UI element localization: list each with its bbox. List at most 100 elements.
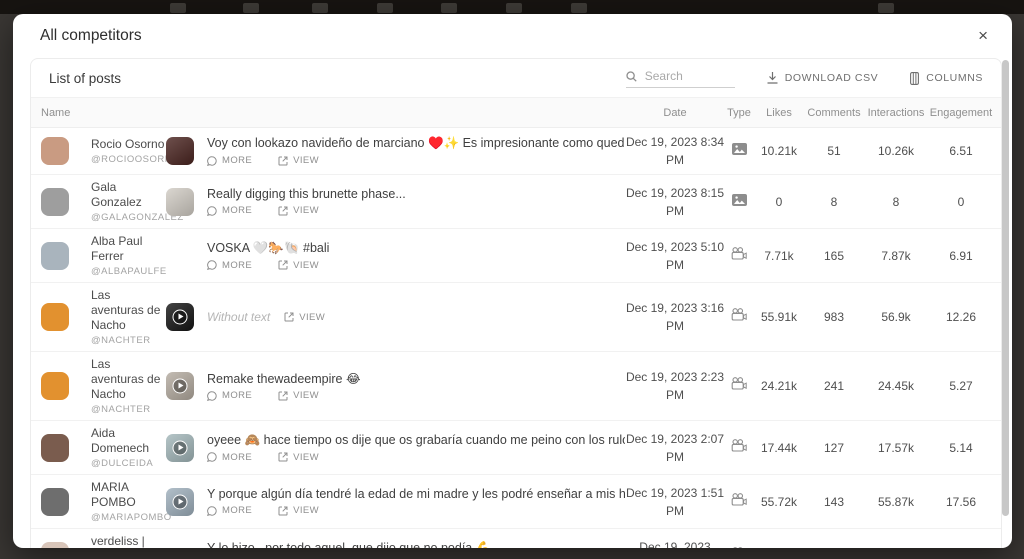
more-label: MORE [222,390,253,401]
post-date: Dec 19, 2023 2:07 PM [625,431,725,464]
post-thumbnail [166,137,194,165]
view-label-2: VIEW [299,311,326,323]
view-label: VIEW [293,451,319,463]
post-date: Dec 19, 2023 8:34 PM [625,135,725,167]
view-button[interactable]: VIEW [278,505,319,516]
table-row: MARIA POMBO @MARIAPOMBO Y porque algún d… [31,475,1001,529]
card-toolbar: List of posts DOWNLOAD CSV COLUMNS [31,59,1001,97]
background-icon [170,3,186,13]
view-button[interactable]: VIEW [278,155,319,166]
competitor-cell: Alba Paul Ferrer @ALBAPAULFE [31,234,166,277]
competitor-handle: @ROCIOOSORNO [91,154,181,165]
more-button[interactable]: MORE [207,505,252,516]
caption-block: VOSKA 🤍🐎🐚 #bali MORE VIEW [207,241,625,271]
speech-bubble-icon [207,390,217,401]
search-input[interactable] [642,68,735,84]
competitor-handle: @MARIAPOMBO [91,512,172,523]
view-button[interactable]: VIEW [278,260,319,271]
more-button[interactable]: MORE [207,155,252,166]
competitor-name: MARIA POMBO [91,480,136,509]
view-label: VIEW [293,155,319,166]
background-icon [377,3,393,13]
view-button[interactable]: VIEW [284,312,325,323]
interactions-value: 24.45k [877,379,915,393]
post-caption: Voy con lookazo navideño de marciano ♥️✨… [207,136,625,150]
column-header-type: Type [727,106,751,119]
post-date: Dec 19, 2023 3:16 PM [625,301,725,333]
without-text-block: Without text VIEW [207,310,625,324]
play-icon [172,378,188,394]
video-type-icon [731,546,747,548]
post-thumbnail [166,187,194,216]
likes-value: 24.21k [760,379,798,393]
more-button[interactable]: MORE [207,452,252,463]
caption-block: Voy con lookazo navideño de marciano ♥️✨… [207,136,625,166]
background-icon [441,3,457,13]
engagement-value: 6.91 [949,248,973,263]
likes-value: 55.91k [760,310,798,324]
competitor-handle: @NACHTER [91,335,151,346]
more-label: MORE [222,205,253,216]
post-cell: Without text VIEW [166,303,625,331]
all-competitors-modal: All competitors × List of posts DOWNLOAD… [13,14,1012,548]
column-header-comments: Comments [807,106,861,119]
post-caption: VOSKA 🤍🐎🐚 #bali [207,240,330,255]
external-link-icon [278,452,288,462]
background-icon [312,3,328,13]
search-field[interactable] [625,68,735,88]
more-button[interactable]: MORE [207,205,252,216]
view-button[interactable]: VIEW [278,205,319,216]
competitor-cell: Aida Domenech @DULCEIDA [31,426,166,469]
table-body: Rocio Osorno @ROCIOOSORNO Voy con lookaz… [31,128,1001,548]
close-icon[interactable]: × [974,25,992,46]
likes-value: 10.21k [760,144,798,158]
column-header-engagement: Engagement [929,106,993,119]
post-cell: Y lo hizo...por todo aquel, que dijo que… [166,541,625,549]
view-label: VIEW [293,505,319,516]
play-icon [172,440,188,455]
competitor-cell: Las aventuras de Nacho @NACHTER [31,288,166,346]
view-button[interactable]: VIEW [278,390,319,401]
interactions-value: 10.26k [877,144,915,158]
view-label: VIEW [293,205,319,216]
card-title: List of posts [49,70,122,86]
table-row: Rocio Osorno @ROCIOOSORNO Voy con lookaz… [31,128,1001,175]
competitor-name: Rocio Osorno [91,137,165,151]
avatar [41,372,69,400]
vertical-scrollbar[interactable] [1002,60,1009,516]
photo-type-icon [731,193,747,206]
view-label: VIEW [293,259,319,271]
post-date: Dec 19, 2023 5:10 PM [625,239,725,272]
post-cell: Remake thewadeempire 😂 MORE VIEW [166,371,625,401]
background-app-bar [0,0,1024,14]
competitor-cell: Las aventuras de Nacho @NACHTER [31,357,166,415]
competitor-cell: MARIA POMBO @MARIAPOMBO [31,480,172,523]
competitor-handle: @DULCEIDA [91,458,154,469]
engagement-value: 17.56 [945,494,977,509]
engagement-value: 0 [957,194,965,209]
external-link-icon [278,156,288,165]
more-label: MORE [222,505,253,516]
avatar [41,303,69,331]
more-button[interactable]: MORE [207,390,252,401]
caption-block: Remake thewadeempire 😂 MORE VIEW [207,371,625,401]
more-button[interactable]: MORE [207,260,252,271]
column-header-likes: Likes [766,106,792,119]
video-type-icon [731,246,747,260]
caption-block: Really digging this brunette phase... MO… [207,187,625,216]
view-button[interactable]: VIEW [278,452,319,463]
post-date: Dec 19, 2023 2:23 PM [625,370,725,402]
speech-bubble-icon [207,505,217,516]
video-type-icon [731,377,747,390]
post-caption: Y lo hizo...por todo aquel, que dijo que… [207,540,506,549]
columns-button[interactable]: COLUMNS [910,71,983,85]
table-row: verdeliss | Estefi Unzu @VERDELISS Y lo … [31,529,1001,548]
post-thumbnail [166,303,194,331]
video-type-icon [731,438,747,452]
post-caption: oyeee 🙈 hace tiempo os dije que os graba… [207,432,625,447]
avatar [41,187,69,216]
play-icon [172,494,188,509]
competitor-handle: @NACHTER [91,404,151,415]
download-csv-button[interactable]: DOWNLOAD CSV [767,72,879,84]
more-label: MORE [222,155,253,166]
